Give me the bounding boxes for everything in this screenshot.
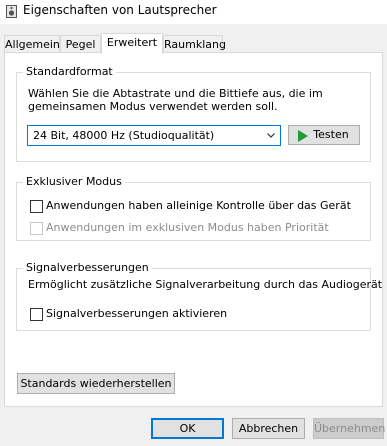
test-button[interactable]: Testen <box>288 125 360 145</box>
standard-format-description-line1: Wählen Sie die Abtastrate und die Bittie… <box>28 87 323 100</box>
exclusive-priority-checkbox <box>30 222 43 235</box>
signal-enhancements-description: Ermöglicht zusätzliche Signalverarbeitun… <box>28 278 383 291</box>
restore-defaults-button[interactable]: Standards wiederherstellen <box>17 373 175 394</box>
title-bar: Eigenschaften von Lautsprecher <box>0 0 387 24</box>
tab-erweitert[interactable]: Erweitert <box>101 33 163 54</box>
signal-enhancements-checkbox[interactable] <box>30 308 43 321</box>
cancel-button[interactable]: Abbrechen <box>232 418 305 439</box>
format-dropdown[interactable]: 24 Bit, 48000 Hz (Studioqualität) <box>27 125 281 146</box>
test-button-label: Testen <box>313 128 349 141</box>
tab-raumklang[interactable]: Raumklang <box>163 35 226 53</box>
standard-format-legend: Standardformat <box>23 65 116 78</box>
exclusive-mode-legend: Exklusiver Modus <box>23 175 125 188</box>
chevron-down-icon <box>267 133 275 138</box>
signal-enhancements-legend: Signalverbesserungen <box>23 261 152 274</box>
exclusive-control-label[interactable]: Anwendungen haben alleinige Kontrolle üb… <box>46 199 351 212</box>
exclusive-priority-label: Anwendungen im exklusiven Modus haben Pr… <box>46 221 329 234</box>
format-dropdown-value: 24 Bit, 48000 Hz (Studioqualität) <box>33 129 215 142</box>
ok-button[interactable]: OK <box>151 418 224 439</box>
apply-button: Übernehmen <box>313 418 385 439</box>
window-title: Eigenschaften von Lautsprecher <box>23 3 217 17</box>
exclusive-control-checkbox[interactable] <box>30 200 43 213</box>
standard-format-group: Standardformat <box>16 65 371 162</box>
speaker-icon <box>6 5 17 18</box>
signal-enhancements-label[interactable]: Signalverbesserungen aktivieren <box>46 307 227 320</box>
tab-allgemein[interactable]: Allgemein <box>4 35 60 53</box>
play-icon <box>298 130 308 142</box>
tab-pegel[interactable]: Pegel <box>60 35 101 53</box>
standard-format-description-line2: gemeinsamen Modus verwendet werden soll. <box>28 100 278 113</box>
